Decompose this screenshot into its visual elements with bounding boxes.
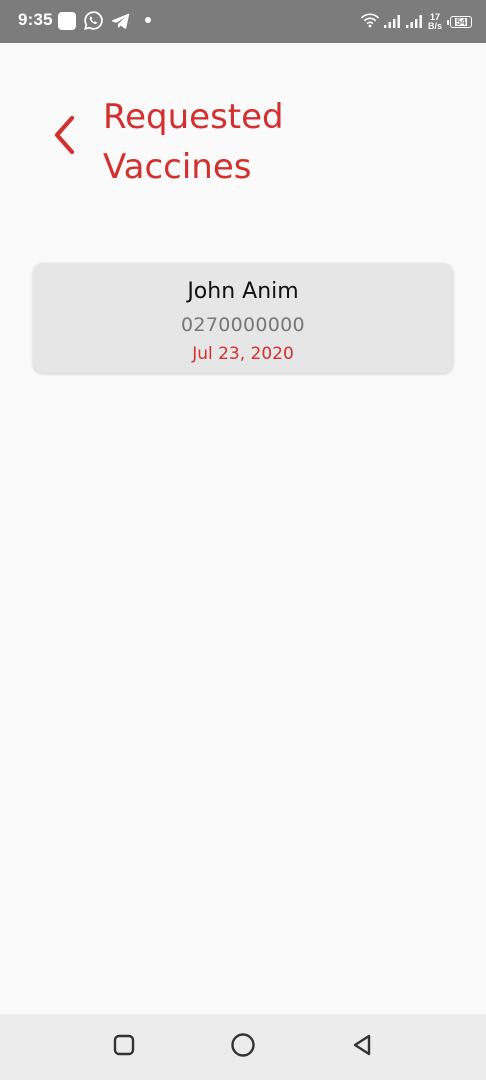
request-date: Jul 23, 2020 <box>192 344 294 364</box>
vaccine-request-card[interactable]: John Anim 0270000000 Jul 23, 2020 <box>33 263 453 373</box>
telegram-icon <box>110 11 131 35</box>
network-speed-unit: B/s <box>427 21 442 31</box>
requester-phone: 0270000000 <box>181 314 305 336</box>
recent-apps-button[interactable] <box>109 1032 139 1062</box>
status-icons: 17 B/s 54 <box>361 9 472 35</box>
battery-percent: 54 <box>454 17 467 27</box>
wifi-icon <box>361 12 379 32</box>
triangle-back-icon <box>349 1032 375 1062</box>
whatsapp-icon <box>83 10 104 35</box>
square-icon <box>112 1033 136 1061</box>
back-button[interactable] <box>44 112 84 162</box>
battery-icon: 54 <box>447 16 472 28</box>
status-time: 9:35 <box>18 10 53 29</box>
page-title: Requested Vaccines <box>103 97 284 187</box>
requester-name: John Anim <box>187 279 299 304</box>
navigation-bar <box>0 1014 486 1080</box>
status-bar: 9:35 17 B/s 54 <box>0 0 486 43</box>
notification-app-icon <box>58 12 76 30</box>
signal-icon <box>405 13 423 32</box>
chevron-left-icon <box>51 114 77 160</box>
system-back-button[interactable] <box>347 1032 377 1062</box>
more-notifications-dot <box>145 17 151 23</box>
signal-icon <box>383 13 401 32</box>
circle-icon <box>229 1031 257 1063</box>
network-speed: 17 B/s <box>428 13 442 31</box>
home-button[interactable] <box>228 1032 258 1062</box>
